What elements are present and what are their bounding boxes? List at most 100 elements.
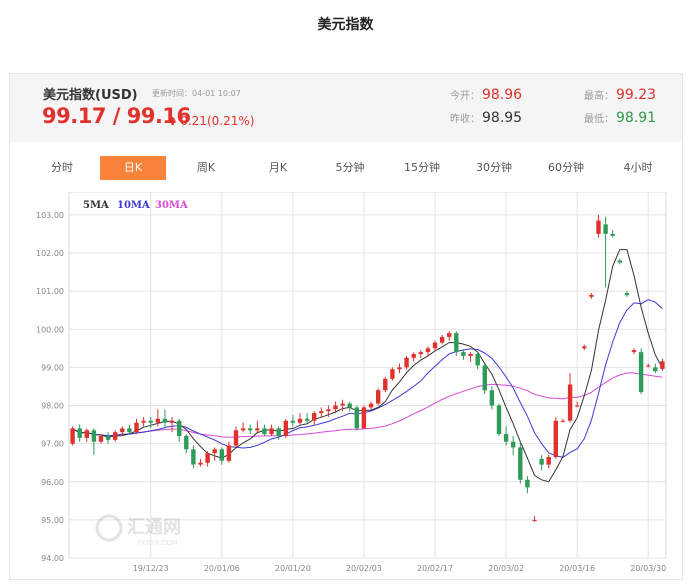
x-tick-label: 20/01/06 — [204, 564, 240, 573]
candle-body — [283, 420, 288, 436]
low-label: 最低： — [584, 114, 614, 125]
candle-body — [553, 420, 558, 457]
candle-body — [376, 390, 381, 404]
open-label: 今开： — [450, 91, 480, 102]
candle-body — [511, 441, 516, 448]
candle-body — [432, 342, 438, 349]
candle-body — [177, 420, 182, 436]
open-value: 98.96 — [482, 87, 523, 103]
update-time: 更新时间：04-01 10:07 — [152, 89, 241, 98]
candle-body — [567, 384, 573, 421]
candle-body — [603, 224, 608, 234]
candle-body — [290, 420, 296, 423]
candle-body — [589, 294, 594, 297]
legend-item-5ma: 5MA — [83, 200, 109, 211]
candle-body — [212, 449, 217, 454]
candle-body — [134, 422, 139, 433]
tab-monthly[interactable]: 月K — [248, 156, 308, 180]
candle-body — [454, 333, 459, 353]
candle-body — [418, 352, 423, 354]
open-stat: 今开： 98.96 — [450, 87, 522, 103]
candle-body — [198, 462, 203, 465]
candle-body — [304, 418, 310, 421]
candle-body — [361, 407, 367, 429]
candle-body — [105, 436, 111, 440]
watermark-logo: 汇通网FX678.COM — [95, 514, 181, 547]
candle-body — [169, 420, 175, 423]
candle-body — [461, 352, 466, 356]
tab-4hour[interactable]: 4小时 — [608, 156, 668, 180]
candle-body — [113, 432, 118, 440]
y-tick-label: 99.00 — [41, 363, 64, 372]
prev-close-stat: 昨收： 98.95 — [450, 110, 522, 126]
candle-body — [411, 354, 416, 358]
candle-body — [532, 519, 537, 521]
price-change: ⬆ 0.21(0.21%) — [168, 114, 254, 128]
x-tick-label: 19/12/23 — [133, 564, 169, 573]
candle-body — [276, 428, 281, 436]
prev-close-label: 昨收： — [450, 114, 480, 125]
candle-body — [312, 413, 317, 421]
candle-body — [539, 458, 544, 465]
tab-intraday[interactable]: 分时 — [32, 156, 92, 180]
candle-body — [347, 403, 352, 408]
candlestick-chart[interactable]: 103.00 102.00 101.00 100.00 99.00 98.00 97.00 9… — [10, 192, 682, 574]
candle-body — [624, 293, 630, 295]
legend-item-30ma: 30MA — [155, 200, 188, 211]
period-tabs: 分时 日K 周K 月K 5分钟 15分钟 30分钟 60分钟 4小时 — [10, 156, 682, 180]
candle-body — [475, 354, 480, 366]
candle-body — [582, 346, 587, 349]
candle-body — [233, 430, 239, 446]
candle-body — [390, 369, 395, 379]
candle-body — [269, 428, 274, 435]
candle-body — [482, 365, 487, 391]
y-tick-label: 100.00 — [36, 325, 64, 334]
candle-body — [617, 260, 622, 263]
candle-body — [205, 453, 210, 463]
low-stat: 最低： 98.91 — [584, 110, 656, 126]
up-arrow-icon: ⬆ — [168, 115, 178, 128]
y-tick-label: 101.00 — [36, 287, 64, 296]
tab-60min[interactable]: 60分钟 — [536, 156, 596, 180]
candle-body — [127, 428, 132, 433]
candle-body — [262, 428, 267, 435]
candle-body — [496, 405, 502, 435]
candle-body — [525, 479, 530, 488]
y-tick-label: 94.00 — [41, 554, 64, 563]
candle-body — [560, 420, 566, 422]
candle-body — [240, 428, 246, 431]
y-tick-label: 97.00 — [41, 440, 64, 449]
quote-header: 美元指数(USD) 更新时间：04-01 10:07 99.17 / 99.16… — [10, 74, 682, 142]
low-value: 98.91 — [616, 110, 657, 126]
candle-body — [596, 220, 601, 234]
candle-body — [191, 449, 196, 465]
legend-item-10ma: 10MA — [117, 200, 150, 211]
candle-body — [340, 403, 345, 406]
tab-daily[interactable]: 日K — [100, 156, 166, 180]
price-change-value: 0.21(0.21%) — [180, 114, 255, 128]
candle-body — [255, 428, 260, 431]
prev-close-value: 98.95 — [482, 110, 523, 126]
candle-body — [575, 405, 580, 407]
candle-body — [98, 436, 104, 442]
high-stat: 最高： 99.23 — [584, 87, 656, 103]
y-tick-label: 98.00 — [41, 402, 64, 411]
y-tick-label: 96.00 — [41, 478, 64, 487]
candle-body — [148, 420, 153, 423]
candle-body — [503, 434, 509, 442]
ma5-line — [72, 249, 663, 483]
plot-frame — [68, 192, 667, 559]
tab-30min[interactable]: 30分钟 — [464, 156, 524, 180]
watermark-subtext: FX678.COM — [137, 539, 178, 547]
candle-body — [383, 378, 388, 391]
candle-body — [518, 447, 523, 480]
y-tick-label: 95.00 — [41, 516, 64, 525]
tab-5min[interactable]: 5分钟 — [320, 156, 380, 180]
x-tick-label: 20/03/30 — [630, 564, 666, 573]
tab-weekly[interactable]: 周K — [176, 156, 236, 180]
tab-15min[interactable]: 15分钟 — [392, 156, 452, 180]
candle-body — [489, 390, 495, 406]
high-value: 99.23 — [616, 87, 657, 103]
ma10-line — [72, 299, 663, 458]
candle-body — [397, 367, 402, 370]
